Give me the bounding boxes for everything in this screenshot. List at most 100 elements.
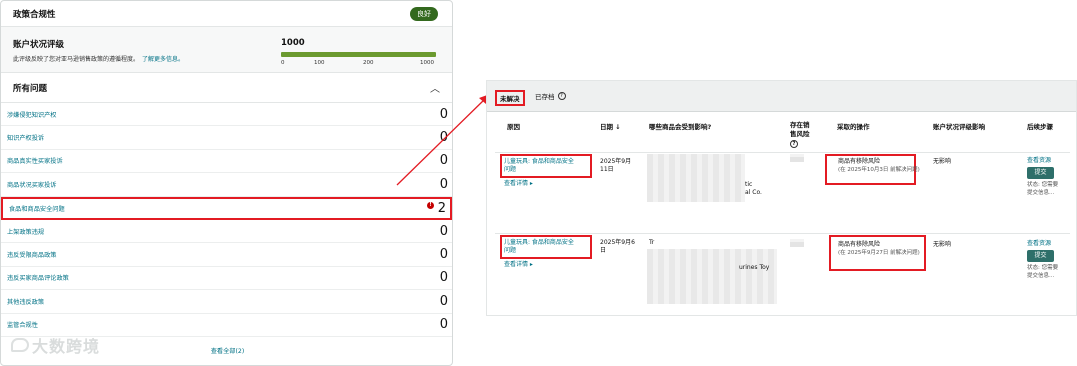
issue-row-food-safety[interactable]: 食品和商品安全问题! 2 (1, 196, 452, 220)
blurred-risk (790, 239, 804, 247)
issue-count: 0 (439, 153, 448, 169)
view-details-link[interactable]: 查看详情 ▸ (504, 261, 533, 269)
header-divider (495, 152, 1070, 153)
view-details-label: 查看详情 (504, 180, 529, 187)
blurred-product-image (647, 154, 745, 202)
watermark-text: 大数跨境 (32, 337, 101, 356)
action-line2: (在 2025年9月27日 前解决问题) (838, 250, 920, 256)
issue-row[interactable]: 商品状况买家投诉 0 (1, 173, 452, 197)
issue-detail-table: 未解决 已存档? 原因 日期 ↓ 哪些商品会受到影响? 存在销 售风险? 采取的操… (486, 80, 1077, 316)
tick-label: 200 (363, 60, 374, 66)
product-fragment: al Co. (745, 189, 762, 196)
action-line1: 商品有移除风险 (838, 241, 881, 248)
tick-label: 0 (281, 60, 285, 66)
issue-count: 0 (439, 270, 448, 286)
reason-link[interactable]: 儿童玩具: 食品和商品安全 问题 (504, 158, 574, 174)
issue-label[interactable]: 涉嫌侵犯知识产权 (7, 110, 57, 119)
action-status: 商品有移除风险 (在 2025年10月3日 前解决问题) (838, 158, 920, 174)
row-divider (495, 233, 1070, 234)
col-next: 后续步骤 (1027, 123, 1053, 131)
issue-label[interactable]: 违反买家商品评论政策 (7, 273, 69, 282)
watermark: 大数跨境 (11, 333, 100, 357)
view-resources-link[interactable]: 查看资源 (1027, 157, 1051, 165)
tab-archived-label: 已存档 (535, 93, 555, 101)
issue-date: 2025年9月 11日 (600, 158, 631, 174)
issue-label[interactable]: 监管合规性 (7, 320, 38, 329)
issue-row[interactable]: 违反受限商品政策 0 (1, 243, 452, 267)
blurred-risk (790, 154, 804, 162)
issue-row[interactable]: 其他违反政策 0 (1, 290, 452, 314)
submit-button[interactable]: 提交 (1027, 250, 1054, 262)
col-action: 采取的操作 (837, 123, 870, 131)
reason-line1: 儿童玩具: 食品和商品安全 (504, 158, 574, 165)
issue-count: 0 (439, 130, 448, 146)
help-icon[interactable]: ? (790, 140, 798, 148)
sort-arrow-icon[interactable]: ↓ (615, 123, 620, 131)
view-details-link[interactable]: 查看详情 ▸ (504, 180, 533, 188)
issue-row[interactable]: 商品真实性买家投诉 0 (1, 150, 452, 174)
date-line1: 2025年9月6 (600, 239, 635, 246)
alert-icon: ! (427, 201, 434, 209)
chat-bubble-icon (11, 338, 29, 352)
col-risk: 存在销 售风险? (790, 121, 810, 148)
action-status: 商品有移除风险 (在 2025年9月27日 前解决问题) (838, 241, 920, 257)
issue-label[interactable]: 违反受限商品政策 (7, 250, 57, 259)
view-resources-link[interactable]: 查看资源 (1027, 240, 1051, 248)
product-fragment: urines Toy (739, 264, 770, 271)
issue-count: 0 (439, 317, 448, 333)
issue-row[interactable]: 知识产权投诉 0 (1, 126, 452, 150)
status-note: 状态: 您需要 提交信息... (1027, 181, 1058, 197)
issue-date: 2025年9月6 日 (600, 239, 635, 255)
issue-label[interactable]: 其他违反政策 (7, 297, 44, 306)
note-line1: 状态: 您需要 (1027, 265, 1059, 271)
col-date-label: 日期 (600, 123, 613, 131)
issue-count: 0 (439, 223, 448, 239)
account-health-rating: 账户状况评级 此评级反映了您对亚马逊销售政策的遵循程度。 了解更多信息。 1000… (1, 27, 452, 73)
issue-row[interactable]: 违反买家商品评论政策 0 (1, 267, 452, 291)
issues-list: 涉嫌侵犯知识产权 0 知识产权投诉 0 商品真实性买家投诉 0 商品状况买家投诉 0 食… (1, 103, 452, 337)
issue-label[interactable]: 商品状况买家投诉 (7, 180, 57, 189)
col-risk-line1: 存在销 (790, 121, 810, 129)
rating-label: 账户状况评级 (13, 40, 65, 50)
col-affected: 哪些商品会受到影响? (649, 123, 712, 131)
col-date[interactable]: 日期 ↓ (600, 123, 621, 132)
note-line2: 提交信息... (1027, 273, 1055, 279)
issue-count: 0 (439, 106, 448, 122)
submit-button[interactable]: 提交 (1027, 167, 1054, 179)
col-impact: 账户状况评级影响 (933, 123, 985, 131)
rating-progress-bar (281, 52, 436, 57)
rating-score: 1000 (281, 38, 305, 48)
all-issues-title: 所有问题 (13, 83, 48, 94)
product-fragment: tic (745, 181, 753, 188)
panel-title: 政策合规性 (13, 9, 56, 20)
note-line1: 状态: 您需要 (1027, 182, 1059, 188)
reason-line2: 问题 (504, 247, 517, 254)
status-note: 状态: 您需要 提交信息... (1027, 264, 1058, 280)
reason-link[interactable]: 儿童玩具: 食品和商品安全 问题 (504, 239, 574, 255)
policy-compliance-panel: 政策合规性 良好 账户状况评级 此评级反映了您对亚马逊销售政策的遵循程度。 了解更… (0, 0, 453, 366)
tab-unsolved[interactable]: 未解决 (495, 90, 525, 106)
learn-more-link[interactable]: 了解更多信息。 (142, 56, 184, 63)
issue-count: 0 (439, 293, 448, 309)
action-line1: 商品有移除风险 (838, 158, 881, 165)
issue-row[interactable]: 上架政策违规 0 (1, 220, 452, 244)
tab-bar: 未解决 已存档? (487, 81, 1076, 112)
help-icon[interactable]: ? (557, 92, 566, 100)
issue-label[interactable]: 知识产权投诉 (7, 133, 44, 142)
rating-scale: 0 100 200 1000 (281, 60, 436, 68)
tab-archived[interactable]: 已存档? (535, 91, 566, 101)
col-reason: 原因 (507, 123, 520, 131)
blurred-product-image (647, 249, 777, 304)
impact-value: 无影响 (933, 241, 952, 248)
chevron-up-icon[interactable]: ︿ (430, 80, 440, 95)
all-issues-header[interactable]: 所有问题 ︿ (1, 73, 452, 103)
issue-label[interactable]: 上架政策违规 (7, 227, 44, 236)
tick-label: 1000 (420, 60, 434, 66)
issue-label[interactable]: 食品和商品安全问题 (9, 204, 65, 213)
issue-row[interactable]: 涉嫌侵犯知识产权 0 (1, 103, 452, 127)
issue-label[interactable]: 商品真实性买家投诉 (7, 156, 63, 165)
rating-description: 此评级反映了您对亚马逊销售政策的遵循程度。 了解更多信息。 (13, 54, 184, 63)
rating-desc-text: 此评级反映了您对亚马逊销售政策的遵循程度。 (13, 56, 140, 63)
issue-count: 0 (439, 247, 448, 263)
col-risk-line2: 售风险 (790, 130, 810, 138)
